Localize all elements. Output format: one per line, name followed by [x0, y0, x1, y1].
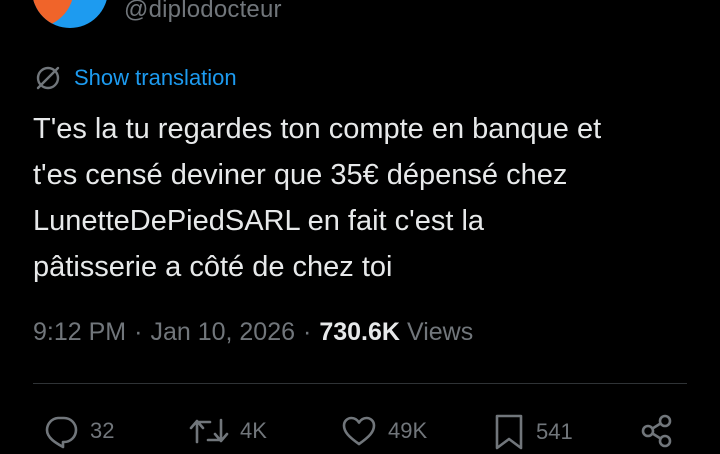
author-handle[interactable]: @diplodocteur: [124, 0, 282, 24]
retweet-button[interactable]: 4K: [188, 412, 267, 450]
reply-button[interactable]: 32: [42, 412, 114, 450]
tweet-time[interactable]: 9:12 PM: [33, 318, 126, 347]
share-icon: [638, 412, 676, 450]
show-translation-label: Show translation: [74, 65, 237, 90]
globe-off-icon: [34, 64, 62, 92]
tweet-meta: 9:12 PM · Jan 10, 2026 · 730.6K Views: [33, 318, 473, 347]
avatar-image: [32, 0, 74, 28]
tweet-date[interactable]: Jan 10, 2026: [150, 318, 295, 347]
bookmark-icon: [492, 412, 526, 452]
bookmark-button[interactable]: 541: [492, 412, 573, 452]
tweet-text: T'es la tu regardes ton compte en banque…: [33, 113, 602, 283]
views-label: Views: [406, 318, 474, 346]
bookmark-count: 541: [536, 419, 573, 444]
meta-separator: ·: [303, 318, 312, 346]
action-bar: 32 4K 49K 541: [0, 408, 720, 454]
meta-separator: ·: [134, 318, 143, 346]
divider: [33, 383, 687, 384]
like-button[interactable]: 49K: [340, 412, 427, 450]
reply-icon: [42, 412, 80, 450]
retweet-icon: [188, 412, 230, 450]
heart-icon: [340, 412, 378, 450]
show-translation-button[interactable]: Show translation: [34, 64, 237, 92]
views-count[interactable]: 730.6K: [319, 318, 400, 347]
share-button[interactable]: [638, 412, 676, 450]
like-count: 49K: [388, 418, 428, 443]
retweet-count: 4K: [240, 418, 267, 443]
avatar[interactable]: [32, 0, 108, 28]
reply-count: 32: [90, 418, 115, 443]
